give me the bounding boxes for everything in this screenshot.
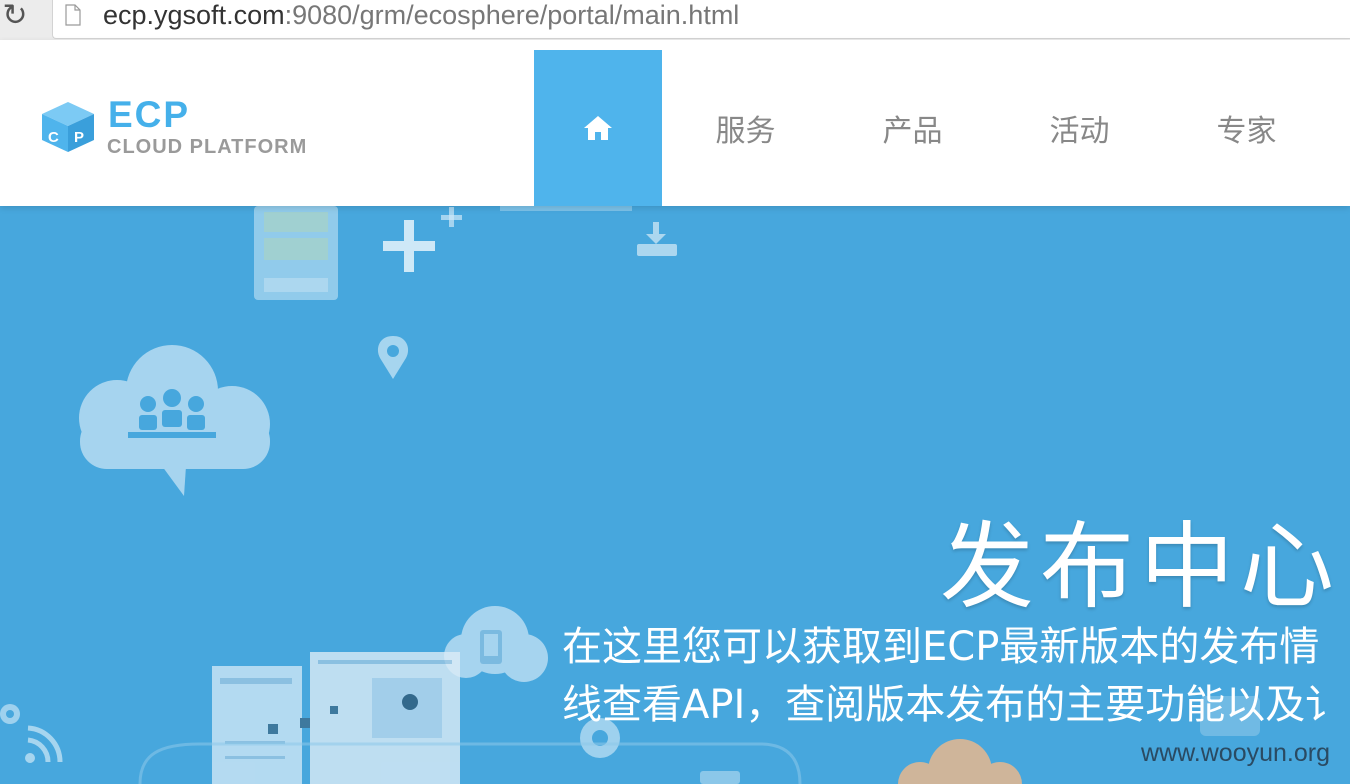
browser-toolbar: ↻ ecp.ygsoft.com:9080/grm/ecosphere/port… bbox=[0, 0, 1350, 41]
download-icon bbox=[637, 222, 677, 256]
settings-icon bbox=[0, 704, 20, 724]
hero-banner: 发布中心 在这里您可以获取到ECP最新版本的发布情 线查看API，查阅版本发布的… bbox=[0, 206, 1350, 784]
home-icon bbox=[584, 116, 612, 140]
url-host: ecp.ygsoft.com bbox=[103, 0, 285, 30]
plus-icon bbox=[383, 207, 462, 272]
hero-description: 在这里您可以获取到ECP最新版本的发布情 线查看API，查阅版本发布的主要功能以… bbox=[562, 618, 1350, 734]
logo-title: ECP bbox=[108, 94, 191, 135]
address-bar[interactable]: ecp.ygsoft.com:9080/grm/ecosphere/portal… bbox=[52, 0, 1350, 39]
nav-item-events[interactable]: 活动 bbox=[996, 50, 1163, 206]
nav-home[interactable] bbox=[534, 50, 662, 206]
rss-icon bbox=[25, 725, 63, 763]
app-window-icon bbox=[212, 652, 460, 784]
watermark: www.wooyun.org bbox=[1141, 739, 1330, 767]
nav-item-experts[interactable]: 专家 bbox=[1163, 50, 1330, 206]
url-path: :9080/grm/ecosphere/portal/main.html bbox=[284, 0, 740, 30]
svg-text:P: P bbox=[74, 129, 84, 146]
reload-icon[interactable]: ↻ bbox=[0, 0, 30, 36]
main-nav: 服务 产品 活动 专家 bbox=[534, 50, 1330, 206]
page-icon bbox=[65, 4, 81, 26]
cloud-users-icon bbox=[79, 345, 270, 496]
logo-subtitle: CLOUD PLATFORM bbox=[107, 136, 308, 158]
mobile-device-icon bbox=[254, 206, 338, 300]
url-text[interactable]: ecp.ygsoft.com:9080/grm/ecosphere/portal… bbox=[103, 0, 739, 32]
site-header: C P ECP CLOUD PLATFORM 服务 产品 活动 专家 bbox=[0, 40, 1350, 206]
hero-title: 发布中心 bbox=[940, 513, 1341, 622]
hero-description-line: 线查看API，查阅版本发布的主要功能以及讠 bbox=[562, 682, 1346, 728]
orange-cloud-icon bbox=[898, 739, 1022, 784]
ecp-logo[interactable]: C P ECP CLOUD PLATFORM bbox=[40, 94, 330, 166]
logo-cube-icon: C P bbox=[42, 102, 94, 152]
svg-text:C: C bbox=[48, 129, 59, 146]
location-pin-icon bbox=[377, 336, 409, 379]
hero-description-line: 在这里您可以获取到ECP最新版本的发布情 bbox=[562, 624, 1320, 670]
nav-item-products[interactable]: 产品 bbox=[829, 50, 996, 206]
nav-item-services[interactable]: 服务 bbox=[662, 50, 829, 206]
